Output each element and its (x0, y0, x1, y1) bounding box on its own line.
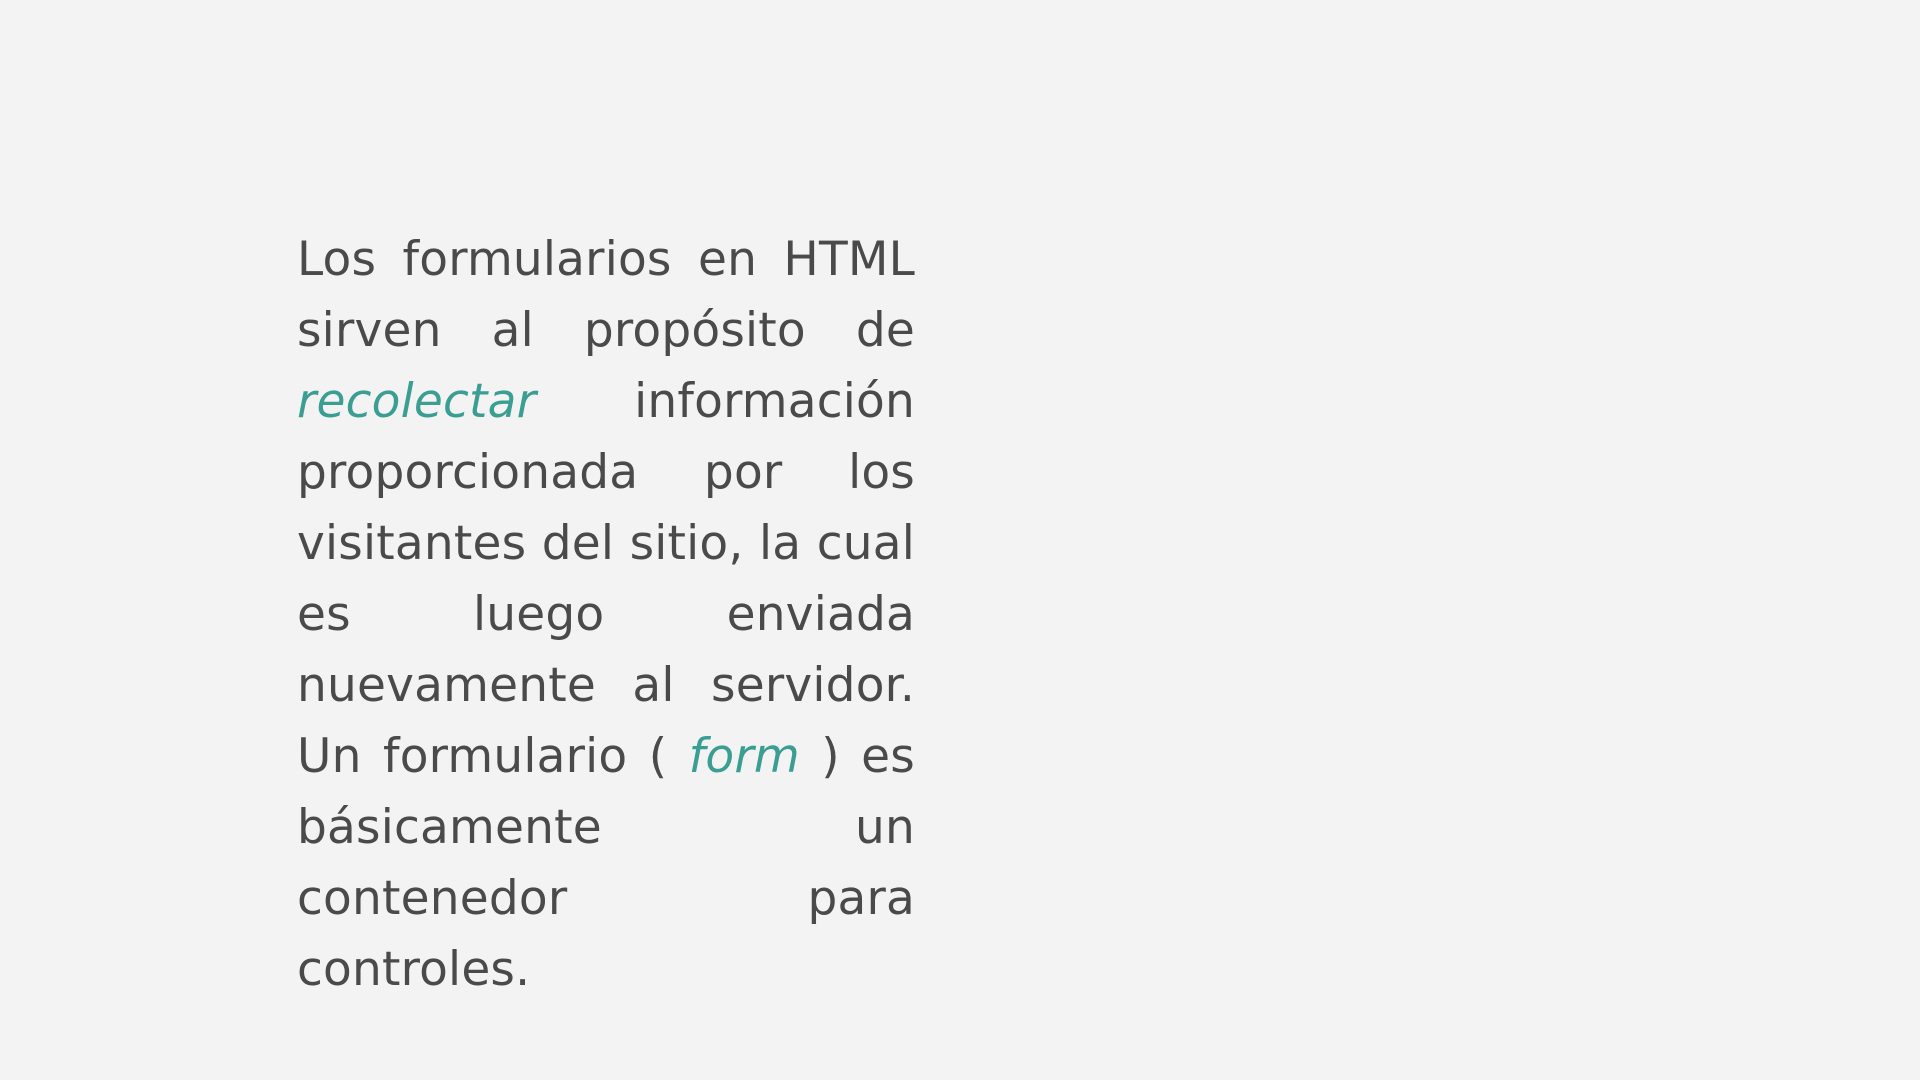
paragraph-text-part-1: Los formularios en HTML sirven al propós… (297, 232, 915, 358)
emphasis-form: form (688, 729, 800, 784)
body-paragraph: Los formularios en HTML sirven al propós… (297, 224, 915, 1005)
emphasis-recolectar: recolectar (297, 374, 537, 429)
slide: Los formularios en HTML sirven al propós… (0, 0, 1920, 1080)
paragraph-text-part-2: información proporcionada por los visita… (297, 374, 915, 784)
